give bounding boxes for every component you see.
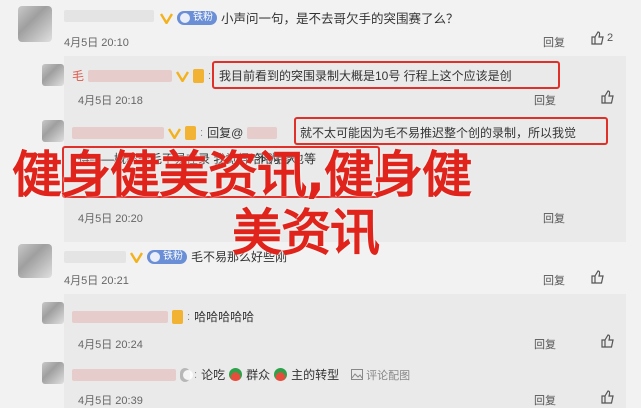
avatar[interactable] — [18, 244, 52, 278]
reply-button[interactable]: 回复 — [543, 272, 565, 288]
reply-button[interactable]: 回复 — [543, 210, 565, 226]
avatar[interactable] — [42, 362, 64, 384]
comment-time: 4月5日 20:20 — [78, 213, 143, 225]
comment-pic-link[interactable]: 评论配图 — [351, 367, 410, 383]
fan-badge — [180, 367, 193, 382]
image-icon — [351, 369, 364, 380]
username-blur — [88, 69, 173, 82]
comment-time: 4月5日 20:24 — [78, 339, 143, 351]
vip-icon — [168, 127, 181, 139]
c7-line: : 论吃 群众 主的转型 评论配图 — [72, 366, 410, 383]
avatar[interactable] — [42, 302, 64, 324]
username[interactable] — [64, 10, 154, 22]
overlay-title-line2: 美资讯 — [232, 204, 380, 262]
reply-prefix: 回复@ — [207, 126, 244, 140]
like-icon[interactable] — [600, 334, 614, 348]
comment-time: 4月5日 20:10 — [64, 37, 129, 49]
vip-icon — [130, 251, 143, 263]
username-blur[interactable] — [72, 310, 168, 323]
c6-line: : 哈哈哈哈哈 — [72, 308, 254, 325]
username-blur[interactable] — [72, 368, 176, 381]
like-icon[interactable] — [600, 90, 614, 104]
comment-time: 4月5日 20:18 — [78, 95, 143, 107]
avatar[interactable] — [42, 120, 64, 142]
like-icon[interactable] — [590, 270, 604, 284]
reply-button[interactable]: 回复 — [534, 336, 556, 352]
c1-line: 铁粉 小声问一句，是不去哥欠手的突围赛了么？ — [160, 8, 459, 27]
comment-text: 我目前看到的突围录制大概是10号 行程上这个应该是创 — [219, 69, 512, 83]
thumbs-up-icon — [590, 31, 604, 45]
vip-icon — [176, 70, 190, 82]
fan-icon — [185, 125, 196, 140]
mention-blur[interactable] — [247, 126, 278, 139]
overlay-title-line1: 健身健美资讯,健身健 — [12, 146, 472, 204]
comment-text: 小声问一句，是不去哥欠手的突围赛了么？ — [221, 12, 459, 26]
watermelon-icon — [229, 368, 243, 381]
watermelon-icon — [274, 368, 288, 381]
reply-button[interactable]: 回复 — [534, 392, 556, 408]
comment-text: 哈哈哈哈哈 — [194, 310, 255, 324]
username-blur[interactable] — [64, 250, 126, 263]
fan-icon — [193, 68, 205, 83]
c3-line: : 回复@ — [72, 124, 278, 141]
avatar[interactable] — [18, 6, 52, 42]
comment-text-c: 主的转型 — [291, 368, 340, 382]
comment-text: 就不太可能因为毛不易推迟整个创的录制，所以我觉 — [300, 126, 577, 140]
fan-badge: 铁粉 — [147, 249, 187, 264]
fan-icon — [172, 309, 183, 324]
vip-icon — [160, 12, 173, 24]
like-icon[interactable] — [600, 390, 614, 404]
fan-badge: 铁粉 — [177, 10, 217, 25]
like-button[interactable]: 2 — [590, 31, 613, 45]
avatar[interactable] — [42, 64, 64, 86]
comment-time: 4月5日 20:21 — [64, 275, 129, 287]
reply-button[interactable]: 回复 — [543, 34, 565, 50]
reply-button[interactable]: 回复 — [534, 92, 556, 108]
comment-text-a: 论吃 — [201, 368, 226, 382]
comment-time: 4月5日 20:39 — [78, 395, 143, 407]
comment-text-b: 群众 — [246, 368, 271, 382]
username[interactable]: 毛 — [72, 67, 84, 84]
c2-line: 毛 : — [72, 67, 212, 84]
username-blur[interactable] — [72, 126, 164, 139]
